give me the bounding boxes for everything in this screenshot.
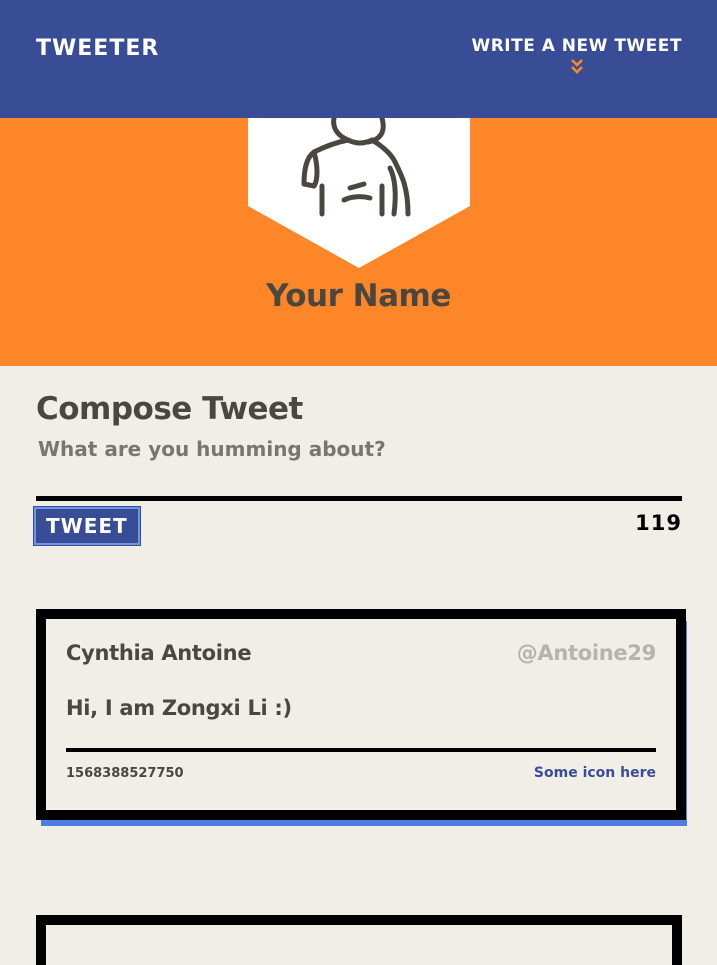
tweet-card-partial	[36, 915, 682, 965]
tweet-handle: @Antoine29	[516, 641, 657, 665]
user-avatar-icon	[248, 118, 470, 268]
compose-actions: TWEET 119	[34, 501, 682, 545]
double-chevron-down-icon[interactable]	[570, 58, 584, 74]
tweet-card-frame: Cynthia Antoine @Antoine29 Hi, I am Zong…	[36, 609, 686, 820]
tweet-content: Hi, I am Zongxi Li :)	[66, 696, 292, 720]
tweet-submit-button[interactable]: TWEET	[34, 507, 140, 545]
profile-name: Your Name	[266, 278, 451, 314]
navbar: TWEETER WRITE A NEW TWEET	[0, 0, 717, 118]
tweet-divider	[66, 748, 656, 752]
tweet-text-input[interactable]	[36, 432, 682, 466]
compose-section: Compose Tweet TWEET 119	[34, 388, 682, 545]
tweet-author: Cynthia Antoine	[66, 641, 252, 665]
compose-title: Compose Tweet	[36, 391, 303, 427]
tweet-action-icons[interactable]: Some icon here	[534, 765, 656, 781]
brand-logo[interactable]: TWEETER	[36, 36, 159, 61]
tweet-timestamp: 1568388527750	[66, 766, 184, 781]
write-new-tweet-toggle[interactable]: WRITE A NEW TWEET	[471, 36, 682, 74]
character-counter: 119	[635, 511, 682, 535]
profile-header: Your Name	[0, 118, 717, 366]
write-new-tweet-label[interactable]: WRITE A NEW TWEET	[471, 36, 682, 56]
